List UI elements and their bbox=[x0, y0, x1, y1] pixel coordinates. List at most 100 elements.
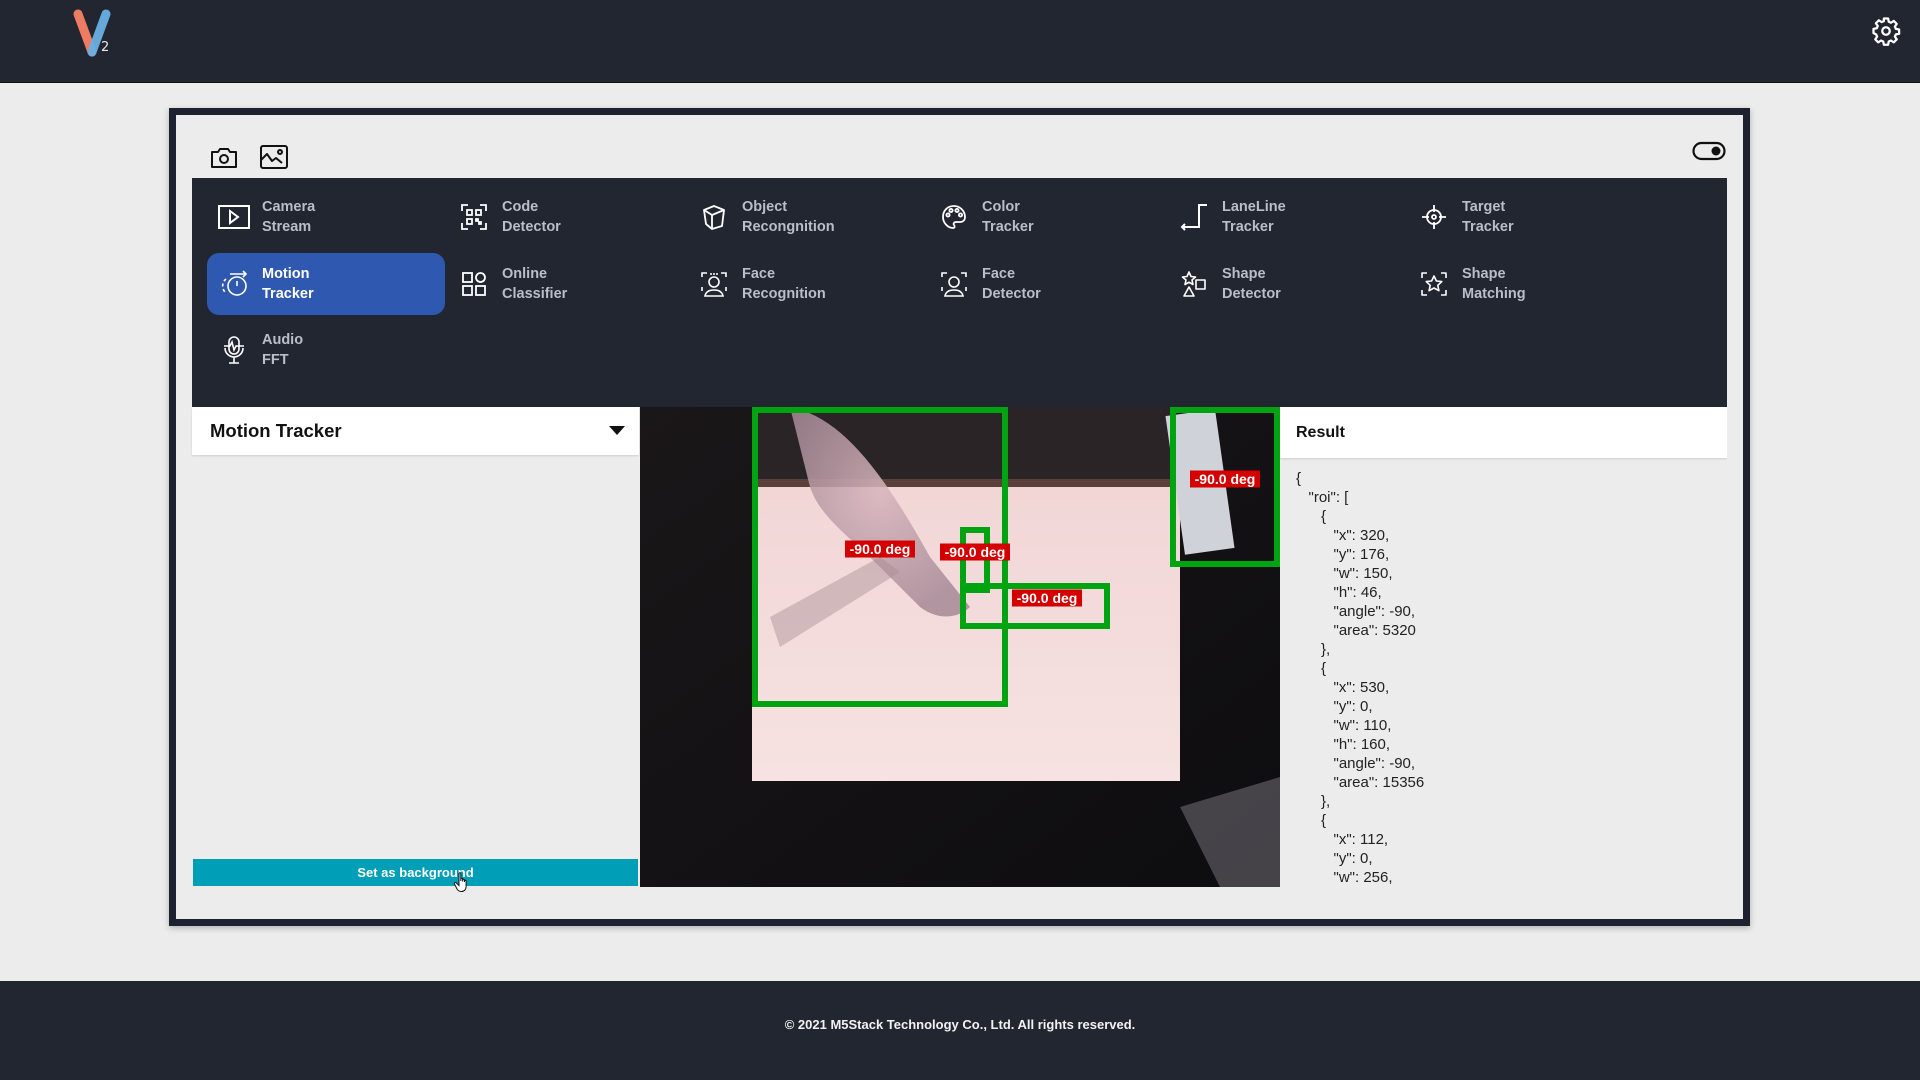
settings-panel: Motion Tracker Set as background bbox=[192, 407, 639, 892]
nav-label-line1: Shape bbox=[1462, 266, 1506, 282]
crosshair-icon bbox=[1417, 200, 1451, 234]
result-line: { bbox=[1296, 660, 1327, 677]
panel-title: Motion Tracker bbox=[210, 420, 342, 441]
nav-label-line1: Color bbox=[982, 199, 1020, 215]
nav-label-line2: Recognition bbox=[742, 286, 826, 302]
nav-label-line2: Detector bbox=[1222, 286, 1281, 302]
nav-label-line1: Motion bbox=[262, 266, 310, 282]
star-scan-icon bbox=[1417, 267, 1451, 301]
result-line: "h": 160, bbox=[1296, 736, 1391, 753]
grid-shapes-icon bbox=[457, 267, 491, 301]
nav-item-audio-fft[interactable]: Audio FFT bbox=[207, 319, 445, 381]
chevron-down-icon[interactable] bbox=[609, 426, 625, 435]
nav-label-line2: Detector bbox=[982, 286, 1041, 302]
result-line: "h": 46, bbox=[1296, 584, 1382, 601]
result-line: "y": 0, bbox=[1296, 698, 1373, 715]
nav-label-line1: Shape bbox=[1222, 266, 1266, 282]
result-line: "area": 15356 bbox=[1296, 774, 1425, 791]
nav-label-line1: Camera bbox=[262, 199, 316, 215]
nav-item-online-classifier[interactable]: Online Classifier bbox=[447, 253, 685, 315]
nav-label-line2: Recongnition bbox=[742, 219, 835, 235]
camera-frame: -90.0 deg -90.0 deg -90.0 deg -90.0 deg bbox=[640, 407, 1280, 887]
qr-code-icon bbox=[457, 200, 491, 234]
nav-item-code-detector[interactable]: Code Detector bbox=[447, 186, 685, 248]
detection-angle-label: -90.0 deg bbox=[850, 541, 911, 557]
nav-label-line1: Target bbox=[1462, 199, 1506, 215]
nav-label-line2: Tracker bbox=[1462, 219, 1514, 235]
result-line: "x": 320, bbox=[1296, 527, 1390, 544]
set-as-background-button[interactable]: Set as background bbox=[193, 859, 638, 886]
result-line: }, bbox=[1296, 641, 1331, 658]
result-json[interactable]: { "roi": [ { "x": 320, "y": 176, "w": 15… bbox=[1296, 469, 1719, 887]
result-line: "roi": [ bbox=[1296, 489, 1349, 506]
face-scan-icon bbox=[937, 267, 971, 301]
shapes-icon bbox=[1177, 267, 1211, 301]
nav-label-line2: Matching bbox=[1462, 286, 1526, 302]
result-line: "x": 530, bbox=[1296, 679, 1390, 696]
top-header: 2 bbox=[0, 0, 1920, 83]
result-line: "w": 150, bbox=[1296, 565, 1393, 582]
nav-item-laneline-tracker[interactable]: LaneLine Tracker bbox=[1167, 186, 1405, 248]
result-line: }, bbox=[1296, 793, 1331, 810]
nav-item-shape-matching[interactable]: Shape Matching bbox=[1407, 253, 1645, 315]
function-menu: Camera Stream Code Detector Object Recongni… bbox=[192, 178, 1727, 407]
nav-item-target-tracker[interactable]: Target Tracker bbox=[1407, 186, 1645, 248]
nav-label-line1: Code bbox=[502, 199, 539, 215]
palette-icon bbox=[937, 200, 971, 234]
result-line: "y": 176, bbox=[1296, 546, 1390, 563]
result-line: "x": 112, bbox=[1296, 831, 1389, 848]
app-logo-version: 2 bbox=[101, 40, 110, 55]
detection-angle-label: -90.0 deg bbox=[945, 544, 1006, 560]
nav-label-line2: Stream bbox=[262, 219, 312, 235]
result-line: "w": 256, bbox=[1296, 869, 1393, 886]
nav-item-shape-detector[interactable]: Shape Detector bbox=[1167, 253, 1405, 315]
face-id-icon bbox=[697, 267, 731, 301]
result-line: "angle": -90, bbox=[1296, 603, 1416, 620]
motion-circle-icon bbox=[217, 267, 251, 301]
hand-cursor-icon bbox=[453, 872, 467, 892]
nav-label-line2: Classifier bbox=[502, 286, 568, 302]
nav-label-line1: Object bbox=[742, 199, 788, 215]
nav-label-line2: Tracker bbox=[982, 219, 1034, 235]
nav-label-line1: Face bbox=[742, 266, 776, 282]
main-frame: Camera Stream Code Detector Object Recongni… bbox=[169, 108, 1750, 926]
result-line: "w": 110, bbox=[1296, 717, 1392, 734]
result-panel: Result { "roi": [ { "x": 320, "y": 176, … bbox=[1280, 407, 1727, 887]
nav-label-line1: Online bbox=[502, 266, 548, 282]
nav-item-face-detector[interactable]: Face Detector bbox=[927, 253, 1165, 315]
result-line: "y": 0, bbox=[1296, 850, 1373, 867]
nav-label-line1: Face bbox=[982, 266, 1016, 282]
play-screen-icon bbox=[217, 200, 251, 234]
settings-gear-icon[interactable] bbox=[1871, 16, 1901, 46]
microphone-icon bbox=[217, 333, 251, 367]
camera-feed[interactable]: -90.0 deg -90.0 deg -90.0 deg -90.0 deg bbox=[640, 407, 1280, 887]
camera-icon[interactable] bbox=[209, 144, 239, 172]
main-panel: Camera Stream Code Detector Object Recongni… bbox=[176, 115, 1743, 919]
result-line: "angle": -90, bbox=[1296, 755, 1416, 772]
footer: © 2021 M5Stack Technology Co., Ltd. All … bbox=[0, 981, 1920, 1080]
nav-label-line1: LaneLine bbox=[1222, 199, 1286, 215]
nav-label-line2: Detector bbox=[502, 219, 561, 235]
copyright-text: © 2021 M5Stack Technology Co., Ltd. All … bbox=[784, 1017, 1136, 1032]
nav-label-line2: Tracker bbox=[262, 286, 314, 302]
nav-item-camera-stream[interactable]: Camera Stream bbox=[207, 186, 445, 248]
result-line: { bbox=[1296, 812, 1327, 829]
result-line: { bbox=[1296, 508, 1327, 525]
nav-item-object-recognition[interactable]: Object Recongnition bbox=[687, 186, 925, 248]
nav-item-color-tracker[interactable]: Color Tracker bbox=[927, 186, 1165, 248]
result-line: { bbox=[1296, 470, 1302, 487]
result-line: "area": 5320 bbox=[1296, 622, 1416, 639]
result-header: Result bbox=[1280, 407, 1727, 458]
nav-label-line2: FFT bbox=[262, 352, 289, 368]
image-icon[interactable] bbox=[259, 143, 289, 171]
cube-icon bbox=[697, 200, 731, 234]
function-select[interactable]: Motion Tracker bbox=[192, 407, 639, 455]
result-title: Result bbox=[1296, 423, 1345, 441]
theme-toggle[interactable] bbox=[1692, 141, 1726, 161]
detection-angle-label: -90.0 deg bbox=[1195, 471, 1256, 487]
nav-item-face-recognition[interactable]: Face Recognition bbox=[687, 253, 925, 315]
detection-angle-label: -90.0 deg bbox=[1017, 590, 1078, 606]
nav-label-line1: Audio bbox=[262, 332, 304, 348]
lane-path-icon bbox=[1177, 200, 1211, 234]
nav-item-motion-tracker[interactable]: Motion Tracker bbox=[207, 253, 445, 315]
